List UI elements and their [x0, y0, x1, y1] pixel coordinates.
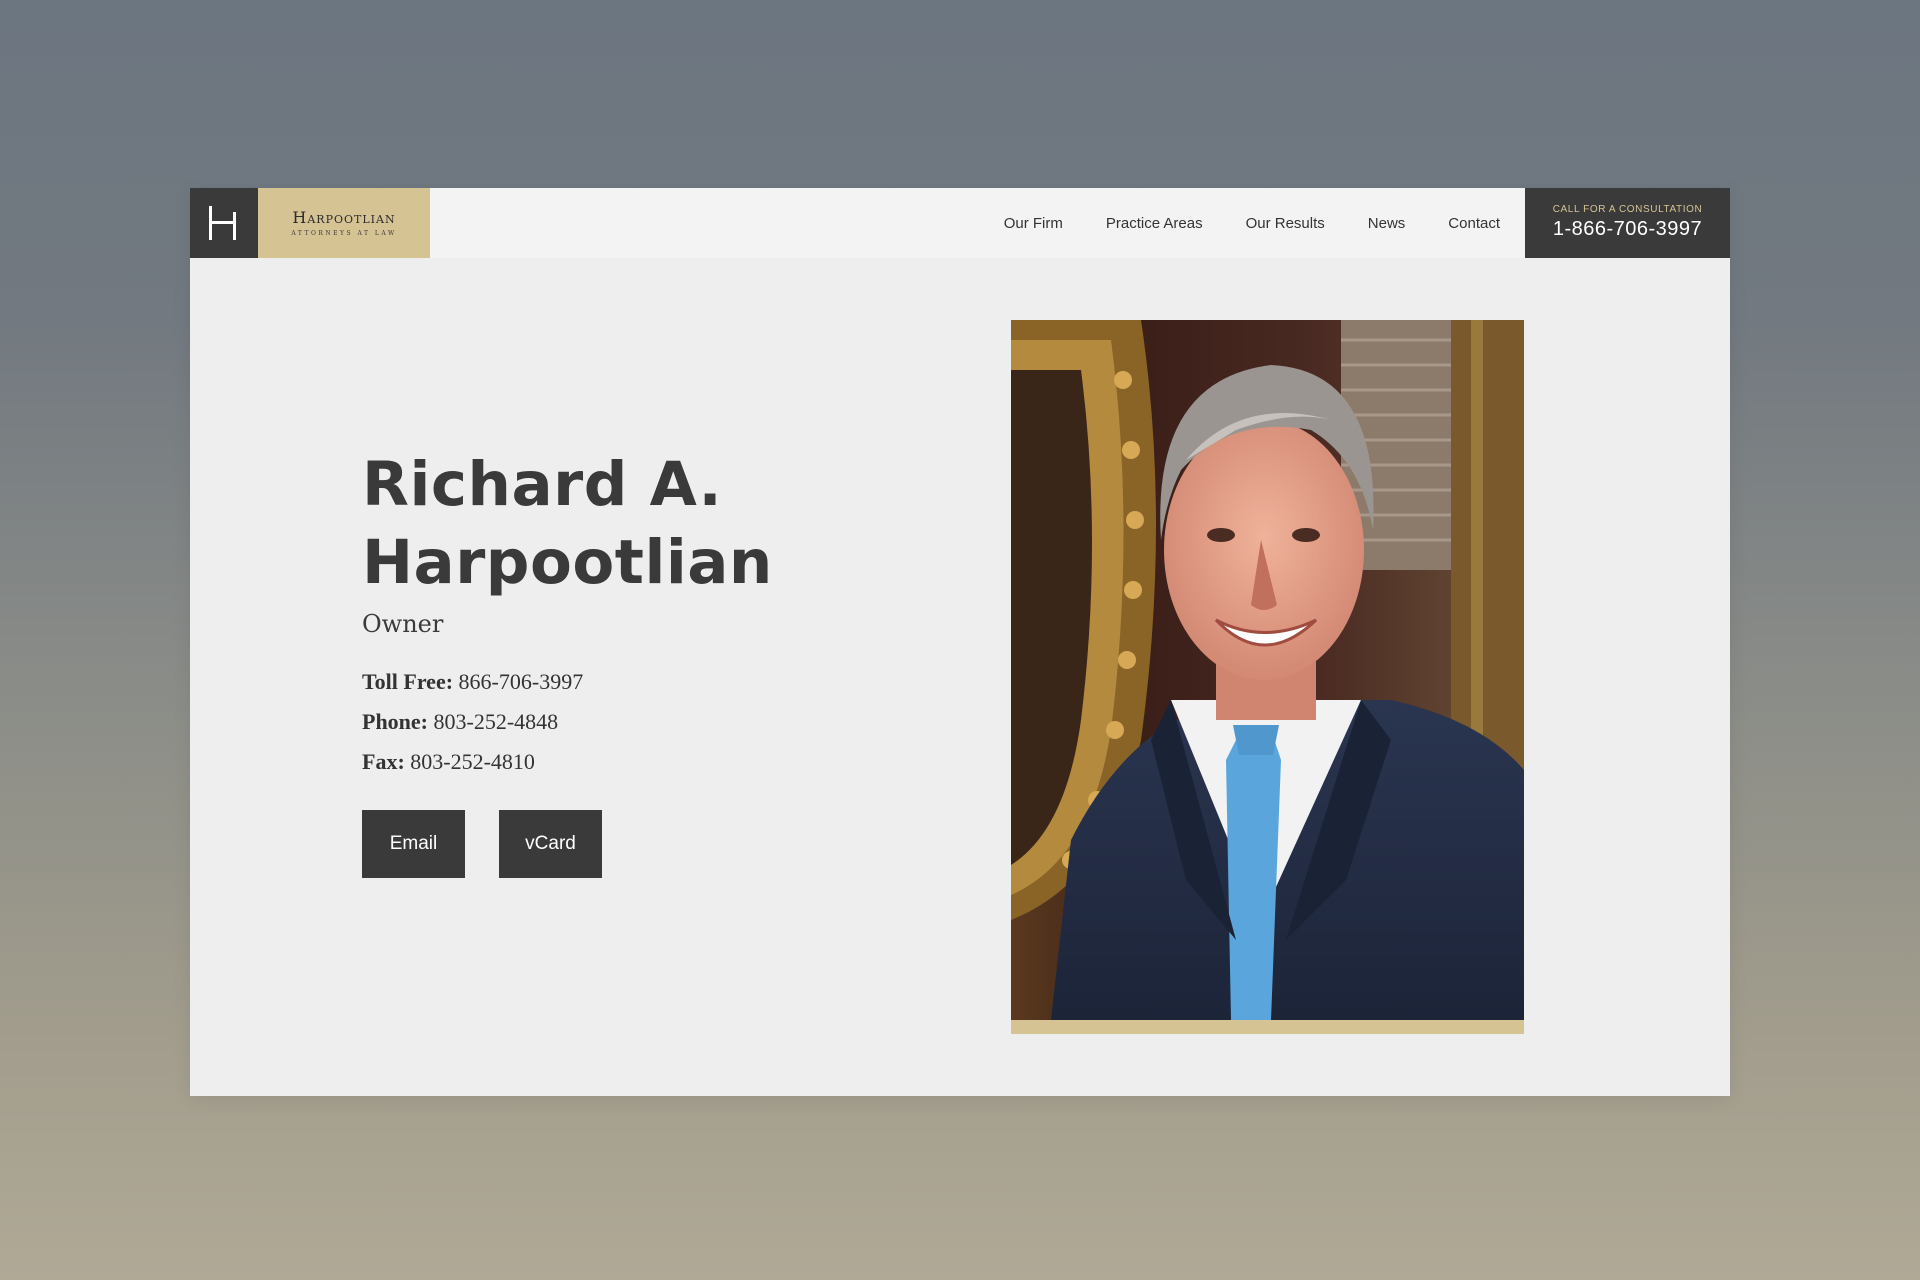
profile-actions: Email vCard — [362, 810, 962, 878]
contact-label: Toll Free: — [362, 669, 454, 694]
nav-item-our-results[interactable]: Our Results — [1246, 215, 1325, 232]
nav-item-news[interactable]: News — [1368, 215, 1406, 232]
contact-phone: Phone: 803-252-4848 — [362, 702, 962, 742]
main-nav: Our Firm Practice Areas Our Results News… — [961, 188, 1500, 258]
contact-toll-free: Toll Free: 866-706-3997 — [362, 662, 962, 702]
brand-name: Harpootlian — [292, 208, 396, 227]
attorney-role: Owner — [362, 610, 444, 638]
attorney-portrait — [1011, 320, 1524, 1020]
brand-tagline: Attorneys at Law — [291, 230, 397, 237]
contact-value: 803-252-4848 — [433, 709, 559, 734]
logo-monogram[interactable] — [190, 188, 258, 258]
cta-phone-number: 1-866-706-3997 — [1552, 218, 1703, 240]
contact-label: Phone: — [362, 709, 428, 734]
monogram-h-icon — [209, 206, 236, 240]
portrait-illustration — [1011, 320, 1524, 1020]
nav-item-practice-areas[interactable]: Practice Areas — [1106, 215, 1203, 232]
attorney-profile: Richard A. Harpootlian Owner Toll Free: … — [362, 446, 962, 878]
consultation-cta[interactable]: Call for a consultation 1-866-706-3997 — [1525, 188, 1730, 258]
contact-list: Toll Free: 866-706-3997 Phone: 803-252-4… — [362, 662, 962, 782]
vcard-button[interactable]: vCard — [499, 810, 602, 878]
cta-label: Call for a consultation — [1552, 204, 1703, 215]
contact-label: Fax: — [362, 749, 405, 774]
contact-value: 866-706-3997 — [458, 669, 584, 694]
contact-fax: Fax: 803-252-4810 — [362, 742, 962, 782]
email-button[interactable]: Email — [362, 810, 465, 878]
attorney-name-line1: Richard A. — [362, 449, 723, 520]
portrait-accent-bar — [1011, 1020, 1524, 1034]
site-header: Harpootlian Attorneys at Law Our Firm Pr… — [190, 188, 1730, 258]
nav-item-contact[interactable]: Contact — [1448, 215, 1500, 232]
nav-item-our-firm[interactable]: Our Firm — [1004, 215, 1063, 232]
page-frame: Harpootlian Attorneys at Law Our Firm Pr… — [190, 188, 1730, 1096]
contact-value: 803-252-4810 — [410, 749, 535, 774]
attorney-name: Richard A. Harpootlian — [362, 446, 962, 602]
logo-wordmark[interactable]: Harpootlian Attorneys at Law — [258, 188, 430, 258]
attorney-name-line2: Harpootlian — [362, 527, 773, 598]
